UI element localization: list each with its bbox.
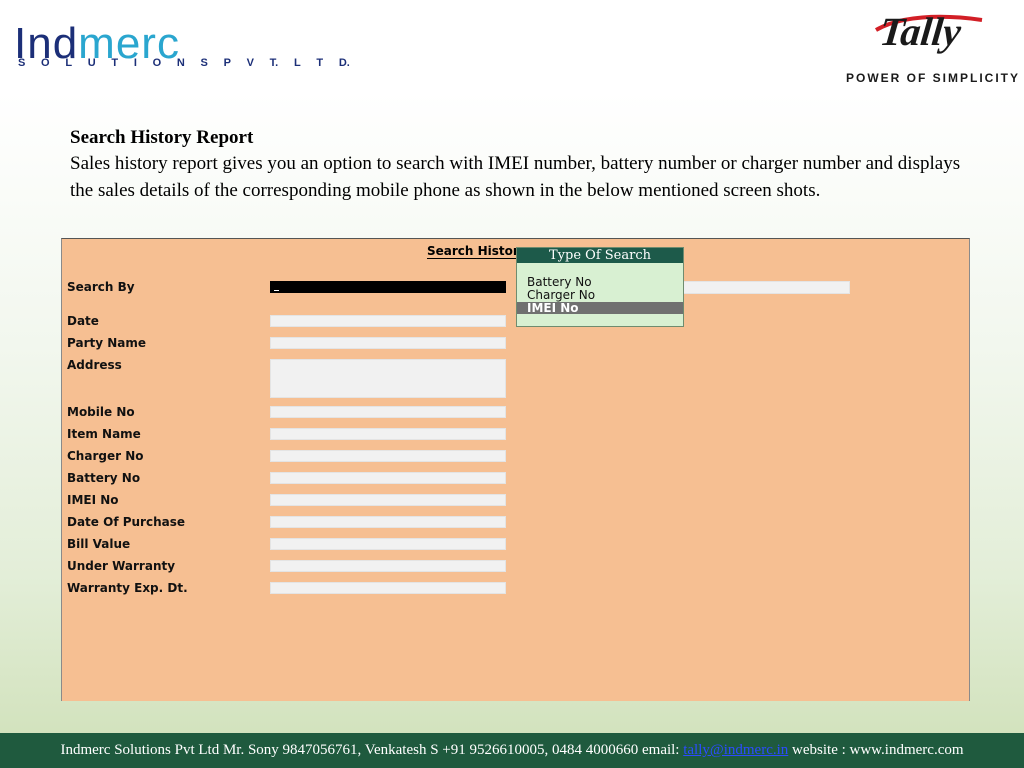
label-charger-no: Charger No <box>67 449 144 463</box>
bill-value-field[interactable] <box>270 538 506 550</box>
battery-no-field[interactable] <box>270 472 506 484</box>
under-warranty-field[interactable] <box>270 560 506 572</box>
label-date: Date <box>67 314 99 328</box>
indmerc-logo: Indmerc S O L U T I O N S P V T. L T D. <box>14 22 354 72</box>
logo-tagline-letter: D. <box>338 57 350 69</box>
address-field[interactable] <box>270 359 506 398</box>
logo-tagline-letter: N <box>176 57 185 69</box>
indmerc-logo-tagline: S O L U T I O N S P V T. L T D. <box>18 57 350 69</box>
logo-tagline-letter: O <box>41 57 50 69</box>
logo-tagline-letter: I <box>133 57 137 69</box>
label-under-warranty: Under Warranty <box>67 559 176 573</box>
party-name-field[interactable] <box>270 337 506 349</box>
label-search-by: Search By <box>67 280 135 294</box>
warranty-exp-dt-field[interactable] <box>270 582 506 594</box>
search-by-field[interactable] <box>270 281 506 293</box>
label-mobile-no: Mobile No <box>67 405 135 419</box>
logo-tagline-letter: T <box>316 57 324 69</box>
label-address: Address <box>67 358 122 372</box>
page-title: Search History Report <box>70 127 254 148</box>
search-history-screen: Search History Search By Date Party Name… <box>61 238 970 701</box>
popup-title: Type Of Search <box>517 248 683 263</box>
tally-logo: Tally POWER OF SIMPLICITY <box>830 0 1024 96</box>
label-item-name: Item Name <box>67 427 141 441</box>
text-block: Search History Report Sales history repo… <box>70 126 970 204</box>
tally-tagline: POWER OF SIMPLICITY <box>846 71 1021 85</box>
logo-tagline-letter: O <box>152 57 162 69</box>
logo-tagline-letter: T <box>111 57 119 69</box>
screen-title: Search History <box>427 244 517 259</box>
logo-tagline-letter: L <box>293 57 301 69</box>
footer-email-link[interactable]: tally@indmerc.in <box>683 742 788 758</box>
logo-tagline-letter: T. <box>269 57 279 69</box>
popup-option-charger-no[interactable]: Charger No <box>517 289 683 301</box>
mobile-no-field[interactable] <box>270 406 506 418</box>
label-date-of-purchase: Date Of Purchase <box>67 515 186 529</box>
logo-tagline-letter: S <box>200 57 208 69</box>
label-imei-no: IMEI No <box>67 493 119 507</box>
logo-tagline-letter: L <box>65 57 73 69</box>
footer-contact-text: Indmerc Solutions Pvt Ltd Mr. Sony 98470… <box>60 742 684 758</box>
item-name-field[interactable] <box>270 428 506 440</box>
type-of-search-popup: Type Of Search Battery No Charger No IME… <box>516 247 684 327</box>
imei-no-field[interactable] <box>270 494 506 506</box>
page-description: Sales history report gives you an option… <box>70 153 961 201</box>
logo-tagline-letter: S <box>18 57 26 69</box>
label-bill-value: Bill Value <box>67 537 131 551</box>
popup-option-battery-no[interactable]: Battery No <box>517 276 683 288</box>
date-of-purchase-field[interactable] <box>270 516 506 528</box>
tally-wordmark: Tally <box>877 9 964 54</box>
charger-no-field[interactable] <box>270 450 506 462</box>
search-value-field[interactable] <box>682 281 850 294</box>
logo-tagline-letter: P <box>223 57 231 69</box>
label-party-name: Party Name <box>67 336 147 350</box>
logo-tagline-letter: U <box>87 57 96 69</box>
label-battery-no: Battery No <box>67 471 141 485</box>
logo-tagline-letter: V <box>246 57 254 69</box>
popup-option-imei-no[interactable]: IMEI No <box>517 302 683 314</box>
date-field[interactable] <box>270 315 506 327</box>
label-warranty-exp-dt: Warranty Exp. Dt. <box>67 581 188 595</box>
footer-website-text: website : www.indmerc.com <box>788 742 964 758</box>
footer: Indmerc Solutions Pvt Ltd Mr. Sony 98470… <box>0 733 1024 768</box>
